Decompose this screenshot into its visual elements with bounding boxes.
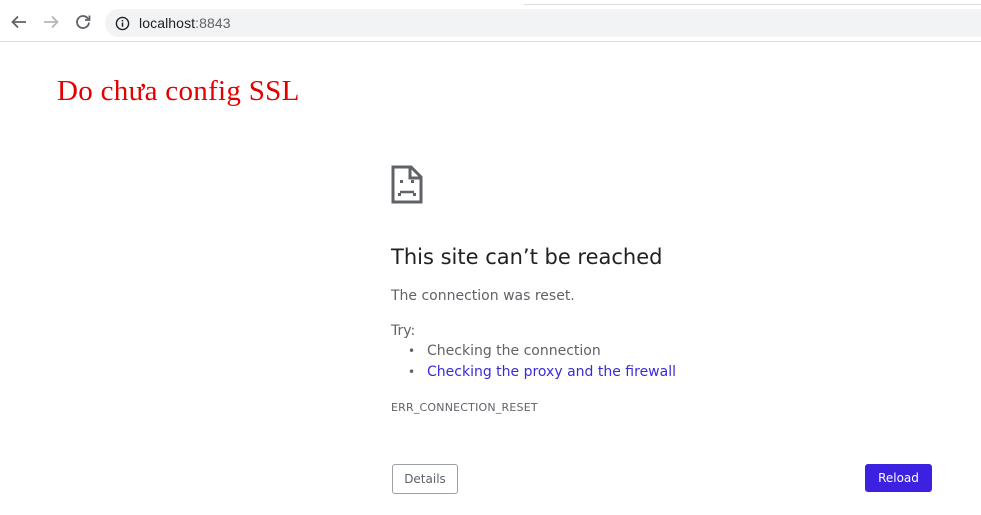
back-button[interactable] bbox=[6, 9, 32, 35]
reload-icon bbox=[76, 15, 91, 29]
browser-toolbar: localhost:8843 bbox=[0, 0, 981, 42]
sad-page-icon bbox=[390, 165, 424, 205]
error-summary: The connection was reset. bbox=[391, 288, 575, 304]
arrow-right-icon bbox=[44, 15, 59, 29]
suggestion-item: • Checking the proxy and the firewall bbox=[408, 364, 676, 380]
error-code: ERR_CONNECTION_RESET bbox=[391, 401, 538, 414]
error-heading: This site can’t be reached bbox=[391, 245, 663, 269]
suggestions-list: • Checking the connection • Checking the p… bbox=[408, 341, 676, 383]
handwritten-annotation: Do chưa config SSL bbox=[57, 75, 300, 107]
reload-page-button[interactable] bbox=[70, 9, 96, 35]
suggestion-check-connection: Checking the connection bbox=[427, 343, 601, 359]
suggestion-proxy-firewall-link[interactable]: Checking the proxy and the firewall bbox=[427, 364, 676, 380]
forward-button[interactable] bbox=[38, 9, 64, 35]
try-label: Try: bbox=[391, 323, 416, 339]
suggestion-item: • Checking the connection bbox=[408, 343, 601, 359]
reload-button[interactable]: Reload bbox=[865, 464, 932, 492]
active-tab-edge bbox=[278, 0, 524, 5]
url-host: localhost bbox=[139, 15, 196, 31]
address-bar[interactable]: localhost:8843 bbox=[105, 9, 981, 37]
url-text[interactable]: localhost:8843 bbox=[139, 15, 231, 31]
url-port: :8843 bbox=[195, 15, 231, 31]
details-button[interactable]: Details bbox=[392, 464, 458, 494]
arrow-left-icon bbox=[11, 15, 26, 29]
info-icon[interactable] bbox=[114, 15, 130, 31]
tab-strip-edge bbox=[524, 0, 981, 5]
